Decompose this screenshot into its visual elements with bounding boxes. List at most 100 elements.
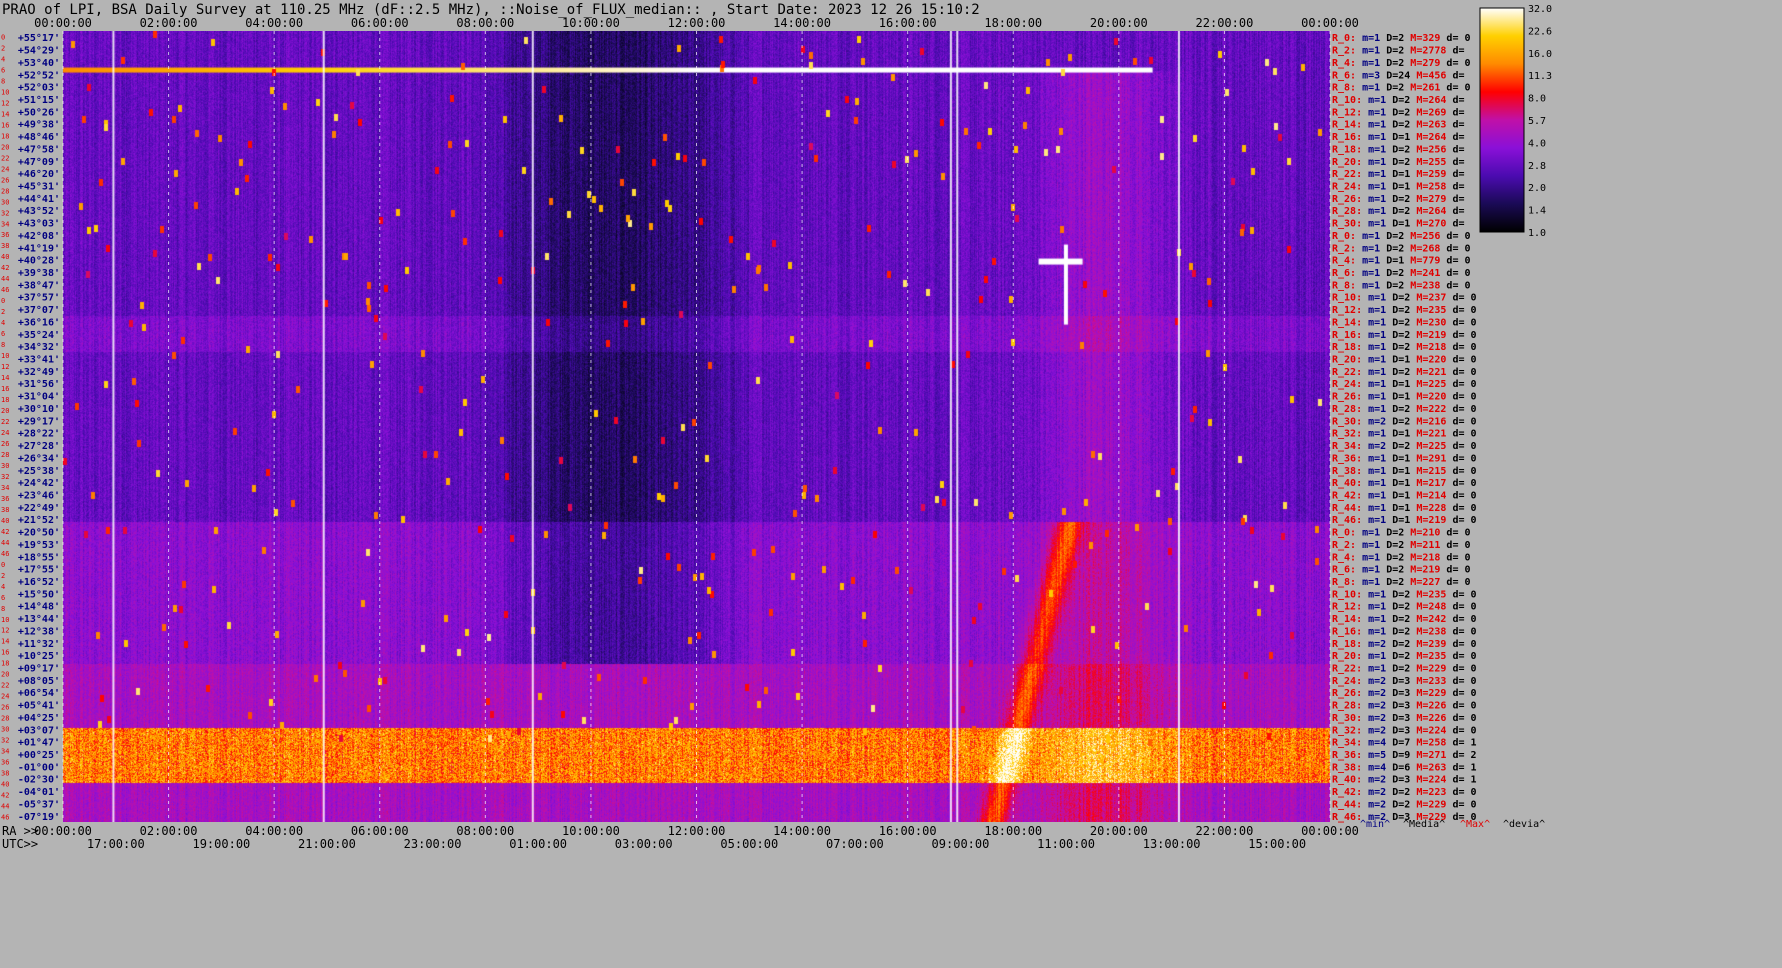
stats-row: R_28: m=1 D=2 M=264 d= (1332, 206, 1464, 217)
colorbar-tick-label: 2.8 (1528, 161, 1546, 172)
colorbar-tick-label: 5.7 (1528, 116, 1546, 127)
channel-number: 0 (1, 297, 5, 305)
declination-label: +44°41' (18, 194, 60, 205)
stats-footer-label: ^Media^ (1403, 819, 1445, 830)
declination-label: +24°42' (18, 478, 60, 489)
stats-row: R_44: m=1 D=1 M=228 d= 0 (1332, 503, 1477, 514)
stats-row: R_6: m=3 D=24 M=456 d= (1332, 70, 1464, 81)
declination-label: +14°48' (18, 602, 60, 613)
top-axis-tick-label: 08:00:00 (456, 16, 514, 30)
channel-number: 28 (1, 715, 9, 723)
stats-row: R_2: m=1 D=2 M=211 d= 0 (1332, 540, 1471, 551)
stats-row: R_40: m=1 D=1 M=217 d= 0 (1332, 478, 1477, 489)
channel-number: 20 (1, 143, 9, 151)
stats-row: R_10: m=1 D=2 M=237 d= 0 (1332, 293, 1477, 304)
channel-number: 32 (1, 737, 9, 745)
stats-row: R_8: m=1 D=2 M=261 d= 0 (1332, 83, 1471, 94)
declination-label: +36°16' (18, 317, 60, 328)
stats-row: R_26: m=1 D=1 M=220 d= 0 (1332, 392, 1477, 403)
stats-footer-label: ^devia^ (1503, 819, 1545, 830)
stats-row: R_6: m=1 D=2 M=241 d= 0 (1332, 268, 1471, 279)
stats-row: R_40: m=2 D=3 M=224 d= 1 (1332, 775, 1477, 786)
stats-row: R_24: m=1 D=1 M=258 d= (1332, 181, 1464, 192)
declination-label: +08°05' (18, 676, 60, 687)
utc-axis-tick-label: 19:00:00 (192, 837, 250, 851)
ra-axis-tick-label: 04:00:00 (245, 824, 303, 838)
channel-number: 24 (1, 165, 9, 173)
declination-label: +33°41' (18, 355, 60, 366)
ra-axis-tick-label: 18:00:00 (984, 824, 1042, 838)
channel-number: 32 (1, 209, 9, 217)
declination-label: +19°53' (18, 540, 60, 551)
top-axis-tick-label: 00:00:00 (34, 16, 92, 30)
channel-number: 14 (1, 110, 9, 118)
declination-label: +32°49' (18, 367, 60, 378)
channel-number: 30 (1, 198, 9, 206)
ra-axis-label: RA >> (2, 824, 38, 838)
stats-row: R_42: m=1 D=1 M=214 d= 0 (1332, 490, 1477, 501)
colorbar-tick-label: 11.3 (1528, 71, 1552, 82)
declination-label: -07°19' (18, 812, 60, 823)
ra-axis-tick-label: 20:00:00 (1090, 824, 1148, 838)
stats-footer-label: ^Max^ (1460, 819, 1490, 830)
top-axis-tick-label: 12:00:00 (668, 16, 726, 30)
stats-row: R_24: m=2 D=3 M=233 d= 0 (1332, 676, 1477, 687)
stats-row: R_22: m=1 D=2 M=221 d= 0 (1332, 367, 1477, 378)
stats-row: R_14: m=1 D=2 M=242 d= 0 (1332, 614, 1477, 625)
channel-number: 6 (1, 66, 5, 74)
stats-row: R_12: m=1 D=2 M=235 d= 0 (1332, 305, 1477, 316)
stats-row: R_36: m=1 D=1 M=291 d= 0 (1332, 453, 1477, 464)
channel-number: 28 (1, 187, 9, 195)
declination-label: +31°04' (18, 392, 60, 403)
channel-number: 6 (1, 330, 5, 338)
survey-heatmap-chart: 00:00:00 02:00:00 04:00:00 06:00:00 08:00:00… (1, 4, 1552, 851)
channel-number: 38 (1, 242, 9, 250)
channel-number: 42 (1, 792, 9, 800)
channel-number: 16 (1, 649, 9, 657)
channel-number: 40 (1, 781, 9, 789)
channel-number: 44 (1, 275, 9, 283)
declination-label: +43°52' (18, 206, 60, 217)
channel-number: 24 (1, 429, 9, 437)
declination-label: +49°38' (18, 120, 60, 131)
channel-number: 30 (1, 726, 9, 734)
stats-row: R_30: m=2 D=2 M=216 d= 0 (1332, 416, 1477, 427)
colorbar-tick-label: 32.0 (1528, 4, 1552, 15)
stats-row: R_44: m=2 D=2 M=229 d= 0 (1332, 799, 1477, 810)
channel-number: 8 (1, 605, 5, 613)
declination-label: -04°01' (18, 787, 60, 798)
declination-label: +03°07' (18, 725, 60, 736)
declination-label: -05°37' (18, 799, 60, 810)
stats-row: R_22: m=1 D=1 M=259 d= (1332, 169, 1464, 180)
utc-axis-tick-label: 07:00:00 (826, 837, 884, 851)
channel-number: 26 (1, 176, 9, 184)
stats-row: R_18: m=1 D=2 M=218 d= 0 (1332, 342, 1477, 353)
colorbar-tick-label: 1.4 (1528, 206, 1546, 217)
channel-number: 36 (1, 495, 9, 503)
top-axis-tick-label: 18:00:00 (984, 16, 1042, 30)
ra-axis-tick-label: 00:00:00 (34, 824, 92, 838)
ra-axis-tick-label: 02:00:00 (140, 824, 198, 838)
stats-row: R_8: m=1 D=2 M=227 d= 0 (1332, 577, 1471, 588)
declination-label: +55°17' (18, 33, 60, 44)
stats-row: R_2: m=1 D=2 M=2778 d= (1332, 46, 1465, 57)
ra-axis-tick-label: 16:00:00 (879, 824, 937, 838)
declination-label: +26°34' (18, 453, 60, 464)
colorbar-tick-label: 16.0 (1528, 49, 1552, 60)
declination-label: +11°32' (18, 639, 60, 650)
declination-label: +16°52' (18, 577, 60, 588)
declination-label: -01°00' (18, 762, 60, 773)
channel-number: 24 (1, 693, 9, 701)
channel-number: 44 (1, 539, 9, 547)
declination-label: +12°38' (18, 626, 60, 637)
stats-row: R_38: m=1 D=1 M=215 d= 0 (1332, 466, 1477, 477)
stats-row: R_24: m=1 D=1 M=225 d= 0 (1332, 379, 1477, 390)
declination-label: +13°44' (18, 614, 60, 625)
declination-label: +52°03' (18, 83, 60, 94)
stats-row: R_4: m=1 D=1 M=779 d= 0 (1332, 256, 1471, 267)
top-axis-tick-label: 16:00:00 (879, 16, 937, 30)
channel-number: 40 (1, 517, 9, 525)
stats-row: R_34: m=4 D=7 M=258 d= 1 (1332, 738, 1477, 749)
channel-number: 46 (1, 550, 9, 558)
stats-row: R_22: m=1 D=2 M=229 d= 0 (1332, 664, 1477, 675)
